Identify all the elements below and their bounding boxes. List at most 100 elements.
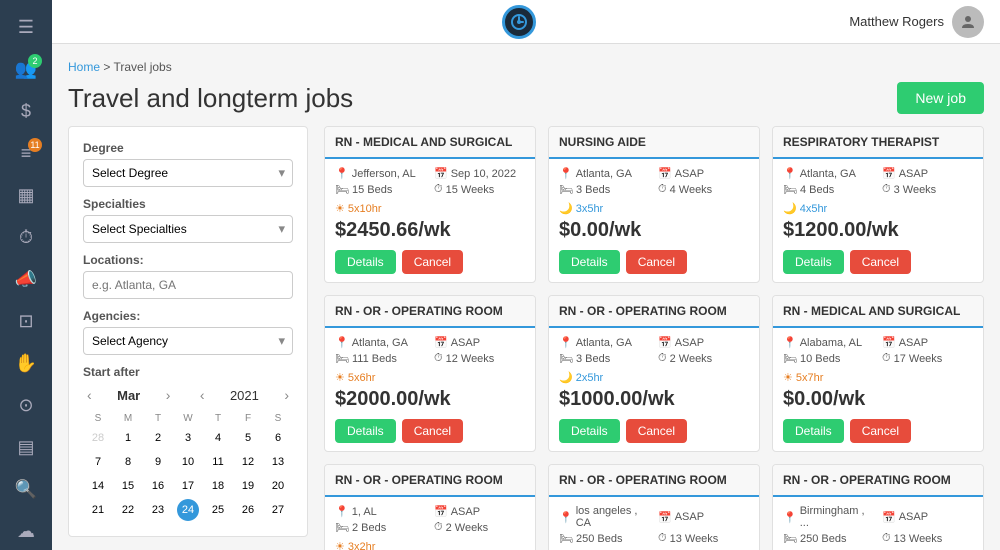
cancel-button-0[interactable]: Cancel: [402, 250, 463, 274]
job-card-0: RN - MEDICAL AND SURGICAL 📍 Jefferson, A…: [324, 126, 536, 283]
cal-day-3[interactable]: 3: [177, 427, 199, 449]
breadcrumb-home[interactable]: Home: [68, 60, 100, 74]
list-badge: 11: [28, 138, 42, 152]
cal-day-14[interactable]: 14: [87, 475, 109, 497]
cal-day-23[interactable]: 23: [147, 499, 169, 521]
job-start-5: 📅 ASAP: [882, 336, 973, 349]
agencies-select[interactable]: Select Agency: [83, 327, 293, 355]
cal-day-22[interactable]: 22: [117, 499, 139, 521]
cancel-button-4[interactable]: Cancel: [626, 419, 687, 443]
cal-prev-month[interactable]: ‹: [83, 385, 96, 405]
cal-day-s2: S: [263, 411, 293, 426]
cal-day-8[interactable]: 8: [117, 451, 139, 473]
cal-day-11[interactable]: 11: [207, 451, 229, 473]
locations-input[interactable]: [83, 271, 293, 299]
location-icon-8: 📍: [783, 511, 797, 524]
cancel-button-2[interactable]: Cancel: [850, 250, 911, 274]
job-rate-0: $2450.66/wk: [335, 219, 525, 242]
user-area[interactable]: Matthew Rogers: [849, 6, 984, 38]
jobs-grid: RN - MEDICAL AND SURGICAL 📍 Jefferson, A…: [324, 126, 984, 550]
job-title-3: RN - OR - OPERATING ROOM: [325, 296, 535, 328]
job-card-7: RN - OR - OPERATING ROOM 📍 los angeles ,…: [548, 464, 760, 550]
job-beds-3: 🛏 111 Beds: [335, 352, 426, 365]
menu-icon[interactable]: ☰: [6, 8, 46, 46]
cal-next-month[interactable]: ›: [162, 385, 175, 405]
breadcrumb: Home > Travel jobs: [68, 60, 984, 74]
cal-day-6[interactable]: 6: [267, 427, 289, 449]
job-beds-1: 🛏 3 Beds: [559, 183, 650, 196]
cal-day-10[interactable]: 10: [177, 451, 199, 473]
clock-icon-7: ⏱: [658, 532, 667, 545]
hand-icon[interactable]: ✋: [6, 344, 46, 382]
cal-day-16[interactable]: 16: [147, 475, 169, 497]
cal-day-15[interactable]: 15: [117, 475, 139, 497]
cancel-button-3[interactable]: Cancel: [402, 419, 463, 443]
cal-day-18[interactable]: 18: [207, 475, 229, 497]
person-icon[interactable]: ⊙: [6, 386, 46, 424]
cal-day-1[interactable]: 1: [117, 427, 139, 449]
cal-day-24-today[interactable]: 24: [177, 499, 199, 521]
details-button-3[interactable]: Details: [335, 419, 396, 443]
cal-day-21[interactable]: 21: [87, 499, 109, 521]
search-icon[interactable]: 🔍: [6, 470, 46, 508]
job-title-2: RESPIRATORY THERAPIST: [773, 127, 983, 159]
chart-icon[interactable]: ▤: [6, 428, 46, 466]
cal-prev-year[interactable]: ‹: [196, 385, 209, 405]
cal-day-27[interactable]: 27: [267, 499, 289, 521]
cancel-button-1[interactable]: Cancel: [626, 250, 687, 274]
calendar-icon[interactable]: ▦: [6, 176, 46, 214]
degree-select[interactable]: Select Degree: [83, 159, 293, 187]
job-card-6: RN - OR - OPERATING ROOM 📍 1, AL 📅 ASAP …: [324, 464, 536, 550]
details-button-1[interactable]: Details: [559, 250, 620, 274]
job-location-6: 📍 1, AL: [335, 505, 426, 518]
details-button-2[interactable]: Details: [783, 250, 844, 274]
job-duration-6: ⏱ 2 Weeks: [434, 521, 525, 534]
cal-day-f: F: [233, 411, 263, 426]
job-location-7: 📍 los angeles , CA: [559, 505, 650, 529]
job-title-1: NURSING AIDE: [549, 127, 759, 159]
cloud-icon[interactable]: ☁: [6, 512, 46, 550]
cal-day-5[interactable]: 5: [237, 427, 259, 449]
cal-day-26[interactable]: 26: [237, 499, 259, 521]
cal-day-12[interactable]: 12: [237, 451, 259, 473]
page-title: Travel and longterm jobs: [68, 83, 353, 114]
job-start-8: 📅 ASAP: [882, 505, 973, 529]
cal-day-17[interactable]: 17: [177, 475, 199, 497]
cal-day-4[interactable]: 4: [207, 427, 229, 449]
dollar-icon[interactable]: $: [6, 92, 46, 130]
breadcrumb-separator: >: [103, 60, 113, 74]
shift-icon-1: 🌙: [559, 202, 573, 215]
sidebar: ☰ 👥2 $ ≡11 ▦ ⏱ 📣 ⊡ ✋ ⊙ ▤ 🔍 ☁: [0, 0, 52, 550]
new-job-button[interactable]: New job: [897, 82, 984, 114]
list-icon[interactable]: ≡11: [6, 134, 46, 172]
cal-day-9[interactable]: 9: [147, 451, 169, 473]
cal-day-28[interactable]: 28: [87, 427, 109, 449]
job-meta-6: 📍 1, AL 📅 ASAP 🛏 2 Beds ⏱ 2 Weeks: [335, 505, 525, 534]
calendar-icon-5: 📅: [882, 336, 896, 349]
topbar: Matthew Rogers: [52, 0, 1000, 44]
job-meta-2: 📍 Atlanta, GA 📅 ASAP 🛏 4 Beds ⏱ 3 Weeks: [783, 167, 973, 196]
megaphone-icon[interactable]: 📣: [6, 260, 46, 298]
cal-month-year: Mar: [117, 388, 140, 403]
cal-day-25[interactable]: 25: [207, 499, 229, 521]
details-button-5[interactable]: Details: [783, 419, 844, 443]
cal-day-20[interactable]: 20: [267, 475, 289, 497]
cancel-button-5[interactable]: Cancel: [850, 419, 911, 443]
cal-next-year[interactable]: ›: [280, 385, 293, 405]
details-button-0[interactable]: Details: [335, 250, 396, 274]
users-icon[interactable]: 👥2: [6, 50, 46, 88]
job-start-0: 📅 Sep 10, 2022: [434, 167, 525, 180]
cal-day-19[interactable]: 19: [237, 475, 259, 497]
clock-icon[interactable]: ⏱: [6, 218, 46, 256]
details-button-4[interactable]: Details: [559, 419, 620, 443]
cal-day-13[interactable]: 13: [267, 451, 289, 473]
cal-day-2[interactable]: 2: [147, 427, 169, 449]
cal-day-7[interactable]: 7: [87, 451, 109, 473]
truck-icon[interactable]: ⊡: [6, 302, 46, 340]
location-icon-7: 📍: [559, 511, 573, 524]
username: Matthew Rogers: [849, 14, 944, 29]
specialties-select[interactable]: Select Specialties: [83, 215, 293, 243]
job-card-3: RN - OR - OPERATING ROOM 📍 Atlanta, GA 📅…: [324, 295, 536, 452]
job-actions-0: Details Cancel: [335, 250, 525, 274]
shift-icon-4: 🌙: [559, 371, 573, 384]
